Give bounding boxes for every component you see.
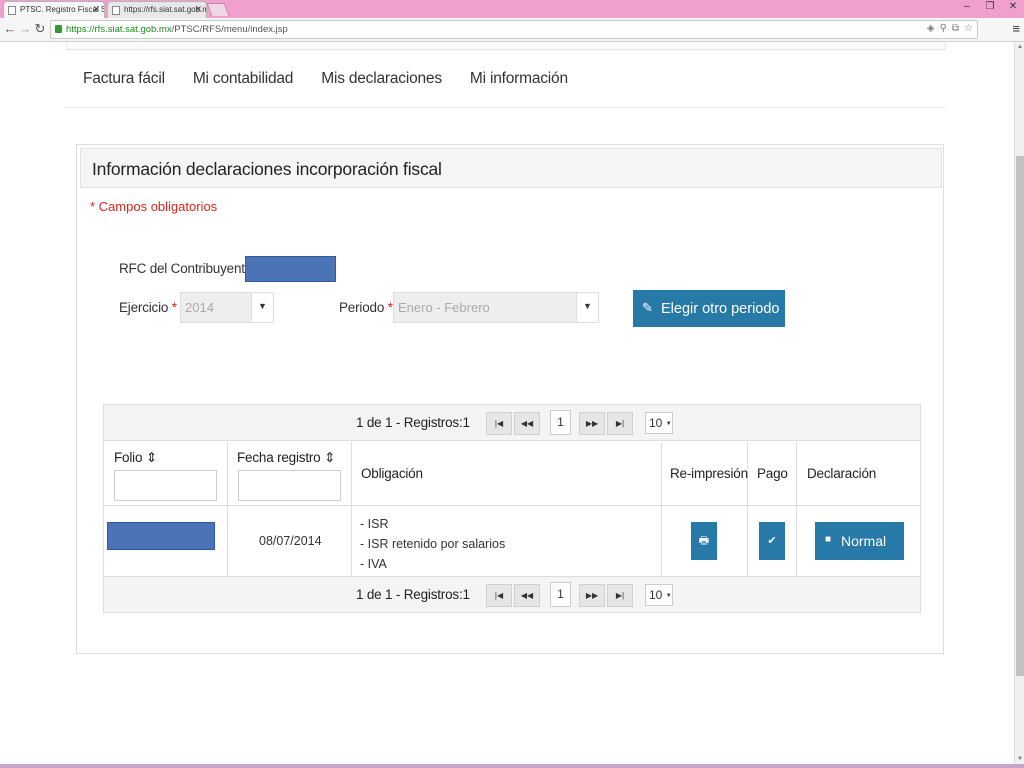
folio-header[interactable]: Folio ⇕: [114, 450, 157, 466]
last-page-icon[interactable]: ▶|: [607, 584, 633, 607]
table-header: Folio ⇕ Fecha registro ⇕ Obligación Re-i…: [104, 442, 920, 506]
choose-other-period-button[interactable]: ✎ Elegir otro periodo: [633, 290, 785, 327]
back-arrow-icon[interactable]: ←: [3, 21, 17, 36]
declaracion-header: Declaración: [807, 466, 877, 481]
main-navigation: Factura fácil Mi contabilidad Mis declar…: [83, 70, 568, 88]
page: Factura fácil Mi contabilidad Mis declar…: [0, 42, 1014, 764]
browser-toolbar: ← → ↻ https://rfs.siat.sat.gob.mx/PTSC/R…: [0, 18, 1024, 42]
nav-mis-declaraciones[interactable]: Mis declaraciones: [321, 70, 442, 88]
rfc-redacted: [245, 256, 336, 282]
obligacion-item: - ISR retenido por salarios: [360, 537, 506, 551]
required-fields-note: * Campos obligatorios: [90, 199, 218, 214]
pager-bottom: 1 de 1 - Registros:1 |◀ ◀◀ 1 ▶▶ ▶| 10 ▼: [104, 576, 920, 612]
restore-icon[interactable]: ❐: [983, 1, 997, 12]
forward-arrow-icon[interactable]: →: [18, 21, 32, 36]
ejercicio-select[interactable]: 2014 ▼: [180, 292, 274, 323]
fecha-cell: 08/07/2014: [259, 534, 322, 548]
periodo-label: Periodo *: [339, 300, 393, 315]
fecha-header[interactable]: Fecha registro ⇕: [237, 450, 335, 466]
lock-icon: [55, 25, 62, 33]
column-declaracion: Declaración: [797, 442, 920, 505]
column-obligacion: Obligación: [352, 442, 662, 505]
close-window-icon[interactable]: ✕: [1006, 1, 1020, 12]
nav-factura-facil[interactable]: Factura fácil: [83, 70, 165, 88]
declaracion-normal-label: Normal: [841, 533, 887, 549]
nav-mi-informacion[interactable]: Mi información: [470, 70, 568, 88]
pencil-icon: ✎: [642, 300, 653, 315]
choose-other-period-label: Elegir otro periodo: [661, 300, 780, 317]
check-icon[interactable]: ✔: [759, 522, 785, 560]
address-bar[interactable]: https://rfs.siat.sat.gob.mx/PTSC/RFS/men…: [50, 20, 978, 39]
column-reimpresion: Re-impresión: [662, 442, 748, 505]
current-page[interactable]: 1: [550, 582, 571, 607]
periodo-select[interactable]: Enero - Febrero ▼: [393, 292, 599, 323]
obligacion-item: - ISR: [360, 517, 389, 531]
page-scrollbar[interactable]: ▲ ▼: [1014, 42, 1024, 764]
tab-close-icon[interactable]: ✕: [194, 4, 202, 15]
reload-icon[interactable]: ↻: [33, 21, 47, 37]
sort-icon: ⇕: [324, 450, 336, 465]
column-folio: Folio ⇕: [104, 442, 228, 505]
first-page-icon[interactable]: |◀: [486, 412, 512, 435]
folio-filter-input[interactable]: [114, 470, 217, 501]
page-size-select[interactable]: 10 ▼: [645, 584, 673, 606]
new-tab-button[interactable]: [206, 3, 230, 16]
chevron-down-icon: ▼: [576, 293, 598, 322]
next-page-icon[interactable]: ▶▶: [579, 412, 605, 435]
first-page-icon[interactable]: |◀: [486, 584, 512, 607]
next-page-icon[interactable]: ▶▶: [579, 584, 605, 607]
sort-icon: ⇕: [145, 450, 157, 465]
current-page[interactable]: 1: [550, 410, 571, 435]
print-icon[interactable]: 🖶: [691, 522, 717, 560]
browser-tab[interactable]: https://rfs.siat.sat.gob.mx ✕: [107, 1, 207, 18]
bookmark-star-icon[interactable]: ☆: [964, 23, 973, 34]
periodo-value: Enero - Febrero: [398, 300, 490, 315]
obligacion-header: Obligación: [361, 466, 423, 481]
browser-titlebar: PTSC. Registro Fiscal Simp ✕ https://rfs…: [0, 0, 1024, 18]
declarations-table: 1 de 1 - Registros:1 |◀ ◀◀ 1 ▶▶ ▶| 10 ▼ …: [103, 404, 921, 613]
page-favicon-icon: [112, 6, 120, 15]
minimize-icon[interactable]: –: [960, 1, 974, 12]
declaracion-normal-button[interactable]: ■ Normal: [815, 522, 904, 560]
page-size-select[interactable]: 10 ▼: [645, 412, 673, 434]
ejercicio-value: 2014: [185, 300, 214, 315]
translate-icon[interactable]: ⧉: [952, 23, 959, 34]
pager-info: 1 de 1 - Registros:1: [356, 415, 470, 430]
obligacion-item: - IVA: [360, 557, 387, 571]
header-strip: [66, 42, 946, 50]
column-pago: Pago: [748, 442, 797, 505]
column-fecha: Fecha registro ⇕: [228, 442, 352, 505]
last-page-icon[interactable]: ▶|: [607, 412, 633, 435]
browser-menu-icon[interactable]: ≡: [1012, 21, 1020, 36]
chevron-down-icon: ▼: [251, 293, 273, 322]
url-text: https://rfs.siat.sat.gob.mx/PTSC/RFS/men…: [66, 24, 288, 35]
tab-close-icon[interactable]: ✕: [92, 4, 100, 15]
table-row: 08/07/2014 - ISR - ISR retenido por sala…: [104, 506, 920, 576]
pager-info: 1 de 1 - Registros:1: [356, 587, 470, 602]
reimpresion-header: Re-impresión: [670, 466, 748, 481]
save-icon: ■: [825, 534, 832, 545]
panel-header: Información declaraciones incorporación …: [80, 148, 942, 188]
pager-top: 1 de 1 - Registros:1 |◀ ◀◀ 1 ▶▶ ▶| 10 ▼: [104, 405, 920, 441]
previous-page-icon[interactable]: ◀◀: [514, 412, 540, 435]
window-bottom-border: [0, 764, 1024, 768]
ejercicio-label: Ejercicio *: [119, 300, 177, 315]
page-favicon-icon: [8, 6, 16, 15]
pago-header: Pago: [757, 466, 788, 481]
search-icon[interactable]: ⚲: [940, 23, 947, 34]
scroll-up-icon[interactable]: ▲: [1015, 42, 1024, 52]
shield-icon[interactable]: ◈: [927, 23, 935, 34]
scrollbar-thumb[interactable]: [1016, 156, 1024, 676]
scroll-down-icon[interactable]: ▼: [1015, 754, 1024, 764]
fecha-filter-input[interactable]: [238, 470, 341, 501]
obligaciones-cell: - ISR - ISR retenido por salarios - IVA: [360, 514, 505, 574]
previous-page-icon[interactable]: ◀◀: [514, 584, 540, 607]
panel-title: Información declaraciones incorporación …: [92, 159, 442, 179]
declarations-panel: Información declaraciones incorporación …: [76, 144, 944, 654]
browser-tab-active[interactable]: PTSC. Registro Fiscal Simp ✕: [3, 1, 105, 18]
nav-divider: [66, 107, 946, 108]
window-controls: – ❐ ✕: [960, 1, 1020, 12]
folio-redacted: [107, 522, 215, 550]
nav-mi-contabilidad[interactable]: Mi contabilidad: [193, 70, 294, 88]
